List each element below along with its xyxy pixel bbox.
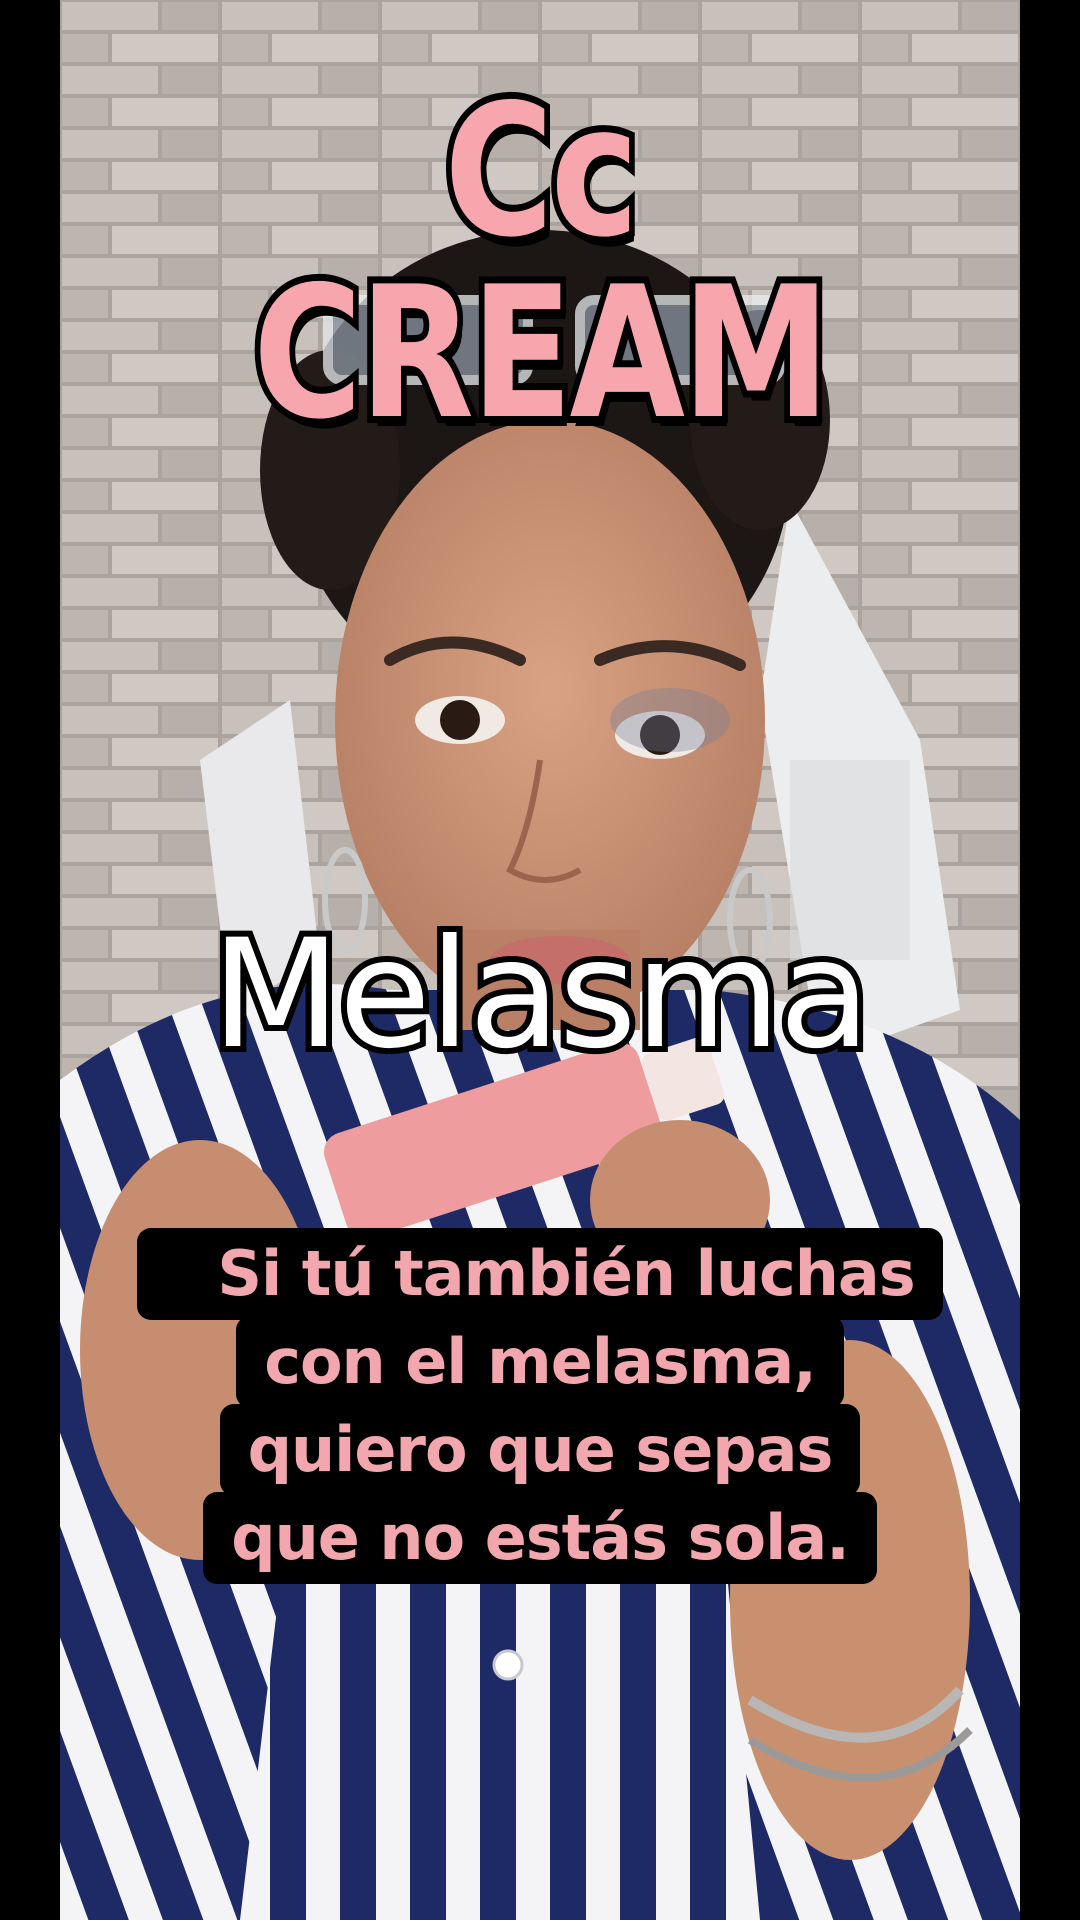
caption-line: con el melasma, bbox=[236, 1316, 844, 1408]
video-frame[interactable]: Cc CREAM Melasma Si tú también luchas co… bbox=[60, 0, 1020, 1920]
caption-line: Si tú también luchas bbox=[137, 1228, 943, 1320]
title-overlay-text: Cc CREAM bbox=[247, 65, 836, 459]
keyword-overlay-text: Melasma bbox=[205, 908, 876, 1082]
caption-block: Si tú también luchas con el melasma, qui… bbox=[60, 1228, 1020, 1584]
caption-line: que no estás sola. bbox=[203, 1492, 877, 1584]
caption-line: quiero que sepas bbox=[219, 1404, 861, 1496]
